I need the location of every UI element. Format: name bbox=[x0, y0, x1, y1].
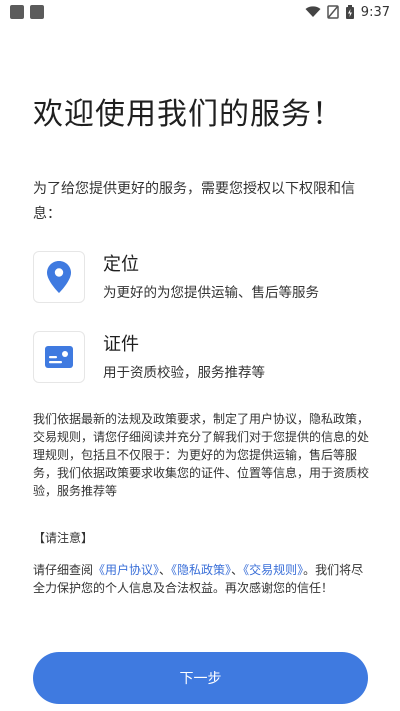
permission-desc: 为更好的为您提供运输、售后等服务 bbox=[103, 285, 319, 301]
status-right: 9:37 bbox=[305, 4, 390, 20]
permission-item-location: 定位 为更好的为您提供运输、售后等服务 bbox=[33, 250, 373, 304]
page-title: 欢迎使用我们的服务！ bbox=[33, 97, 343, 132]
user-agreement-link[interactable]: 《用户协议》 bbox=[93, 563, 159, 577]
permission-text: 定位 为更好的为您提供运输、售后等服务 bbox=[103, 253, 319, 301]
image-notification-icon bbox=[10, 5, 24, 19]
separator: 、 bbox=[159, 563, 172, 577]
permission-icon-box bbox=[33, 251, 85, 303]
separator: 、 bbox=[231, 563, 244, 577]
trade-rules-link[interactable]: 《交易规则》 bbox=[243, 563, 303, 577]
status-left bbox=[10, 5, 44, 19]
clock: 9:37 bbox=[360, 4, 390, 20]
permission-text: 证件 用于资质校验，服务推荐等 bbox=[103, 333, 265, 381]
permission-icon-box bbox=[33, 331, 85, 383]
notice-title: 【请注意】 bbox=[33, 531, 94, 545]
status-bar: 9:37 bbox=[0, 0, 400, 24]
notice-text: 请仔细查阅《用户协议》、《隐私政策》、《交易规则》。我们将尽全力保护您的个人信息… bbox=[33, 561, 369, 597]
no-sim-icon bbox=[327, 5, 339, 19]
privacy-policy-link[interactable]: 《隐私政策》 bbox=[171, 563, 231, 577]
next-step-button[interactable]: 下一步 bbox=[33, 652, 368, 704]
permission-desc: 用于资质校验，服务推荐等 bbox=[103, 365, 265, 381]
id-card-icon bbox=[45, 346, 73, 368]
notice-prefix: 请仔细查阅 bbox=[33, 563, 94, 577]
wifi-icon bbox=[305, 6, 321, 17]
permission-title: 定位 bbox=[103, 254, 139, 275]
permission-item-id: 证件 用于资质校验，服务推荐等 bbox=[33, 330, 373, 384]
policy-description: 我们依据最新的法规及政策要求，制定了用户协议，隐私政策，交易规则，请您仔细阅读并… bbox=[33, 412, 370, 498]
permission-title: 证件 bbox=[103, 334, 139, 355]
battery-icon bbox=[345, 4, 354, 19]
app-notification-icon bbox=[30, 5, 44, 19]
intro-text: 为了给您提供更好的服务，需要您授权以下权限和信息： bbox=[33, 181, 355, 222]
location-pin-icon bbox=[47, 261, 71, 293]
